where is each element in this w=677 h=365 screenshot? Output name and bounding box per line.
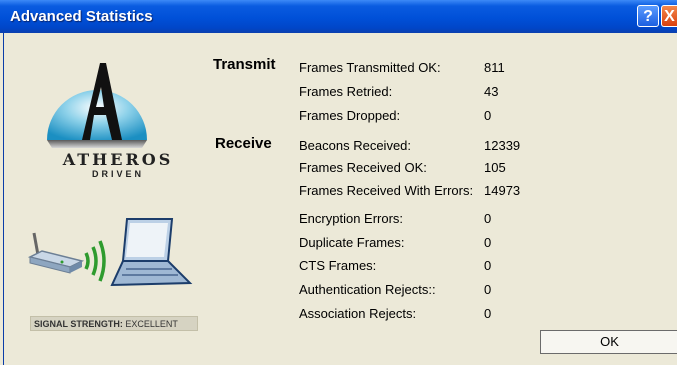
stat-value: 12339 — [484, 138, 521, 153]
transmit-heading: Transmit — [213, 56, 276, 73]
logo-name: ATHEROS — [62, 150, 174, 169]
signal-strength-label: SIGNAL STRENGTH: — [34, 319, 123, 329]
ok-button[interactable]: OK — [540, 330, 677, 354]
advanced-statistics-window: Advanced Statistics ? X ATHEROS DRIVEN S… — [0, 0, 677, 365]
stat-label: Duplicate Frames: — [299, 235, 405, 250]
stat-value: 0 — [484, 306, 492, 321]
window-title: Advanced Statistics — [10, 8, 153, 25]
stat-value: 0 — [484, 235, 492, 250]
stat-label: Frames Transmitted OK: — [299, 60, 441, 75]
laptop-icon — [110, 218, 193, 287]
stat-label: Association Rejects: — [299, 306, 417, 321]
atheros-logo-icon — [47, 63, 147, 148]
stat-label: CTS Frames: — [299, 258, 377, 273]
stat-value: 105 — [484, 160, 506, 175]
stat-label: Frames Retried: — [299, 84, 393, 99]
stat-label: Frames Dropped: — [299, 108, 401, 123]
stat-value: 0 — [484, 282, 492, 297]
stat-value: 14973 — [484, 183, 521, 198]
stat-label: Frames Received OK: — [299, 160, 427, 175]
signal-strength-value: EXCELLENT — [125, 319, 178, 329]
stat-value: 0 — [484, 258, 492, 273]
help-button[interactable]: ? — [637, 5, 659, 27]
stat-value: 811 — [484, 60, 505, 75]
logo-sub: DRIVEN — [91, 169, 144, 179]
title-bar[interactable]: Advanced Statistics ? X — [0, 0, 677, 33]
signal-waves-icon — [84, 240, 106, 282]
stat-label: Frames Received With Errors: — [299, 183, 474, 198]
stat-value: 0 — [484, 211, 492, 226]
receive-heading: Receive — [215, 135, 272, 152]
signal-graphic — [27, 218, 193, 287]
close-button[interactable]: X — [661, 5, 677, 27]
stat-value: 0 — [484, 108, 492, 123]
stat-value: 43 — [484, 84, 499, 99]
stat-label: Beacons Received: — [299, 138, 412, 153]
signal-strength-bar: SIGNAL STRENGTH: EXCELLENT — [30, 316, 198, 331]
stat-label: Encryption Errors: — [299, 211, 404, 226]
stat-label: Authentication Rejects:: — [299, 282, 436, 297]
router-icon — [27, 232, 85, 274]
